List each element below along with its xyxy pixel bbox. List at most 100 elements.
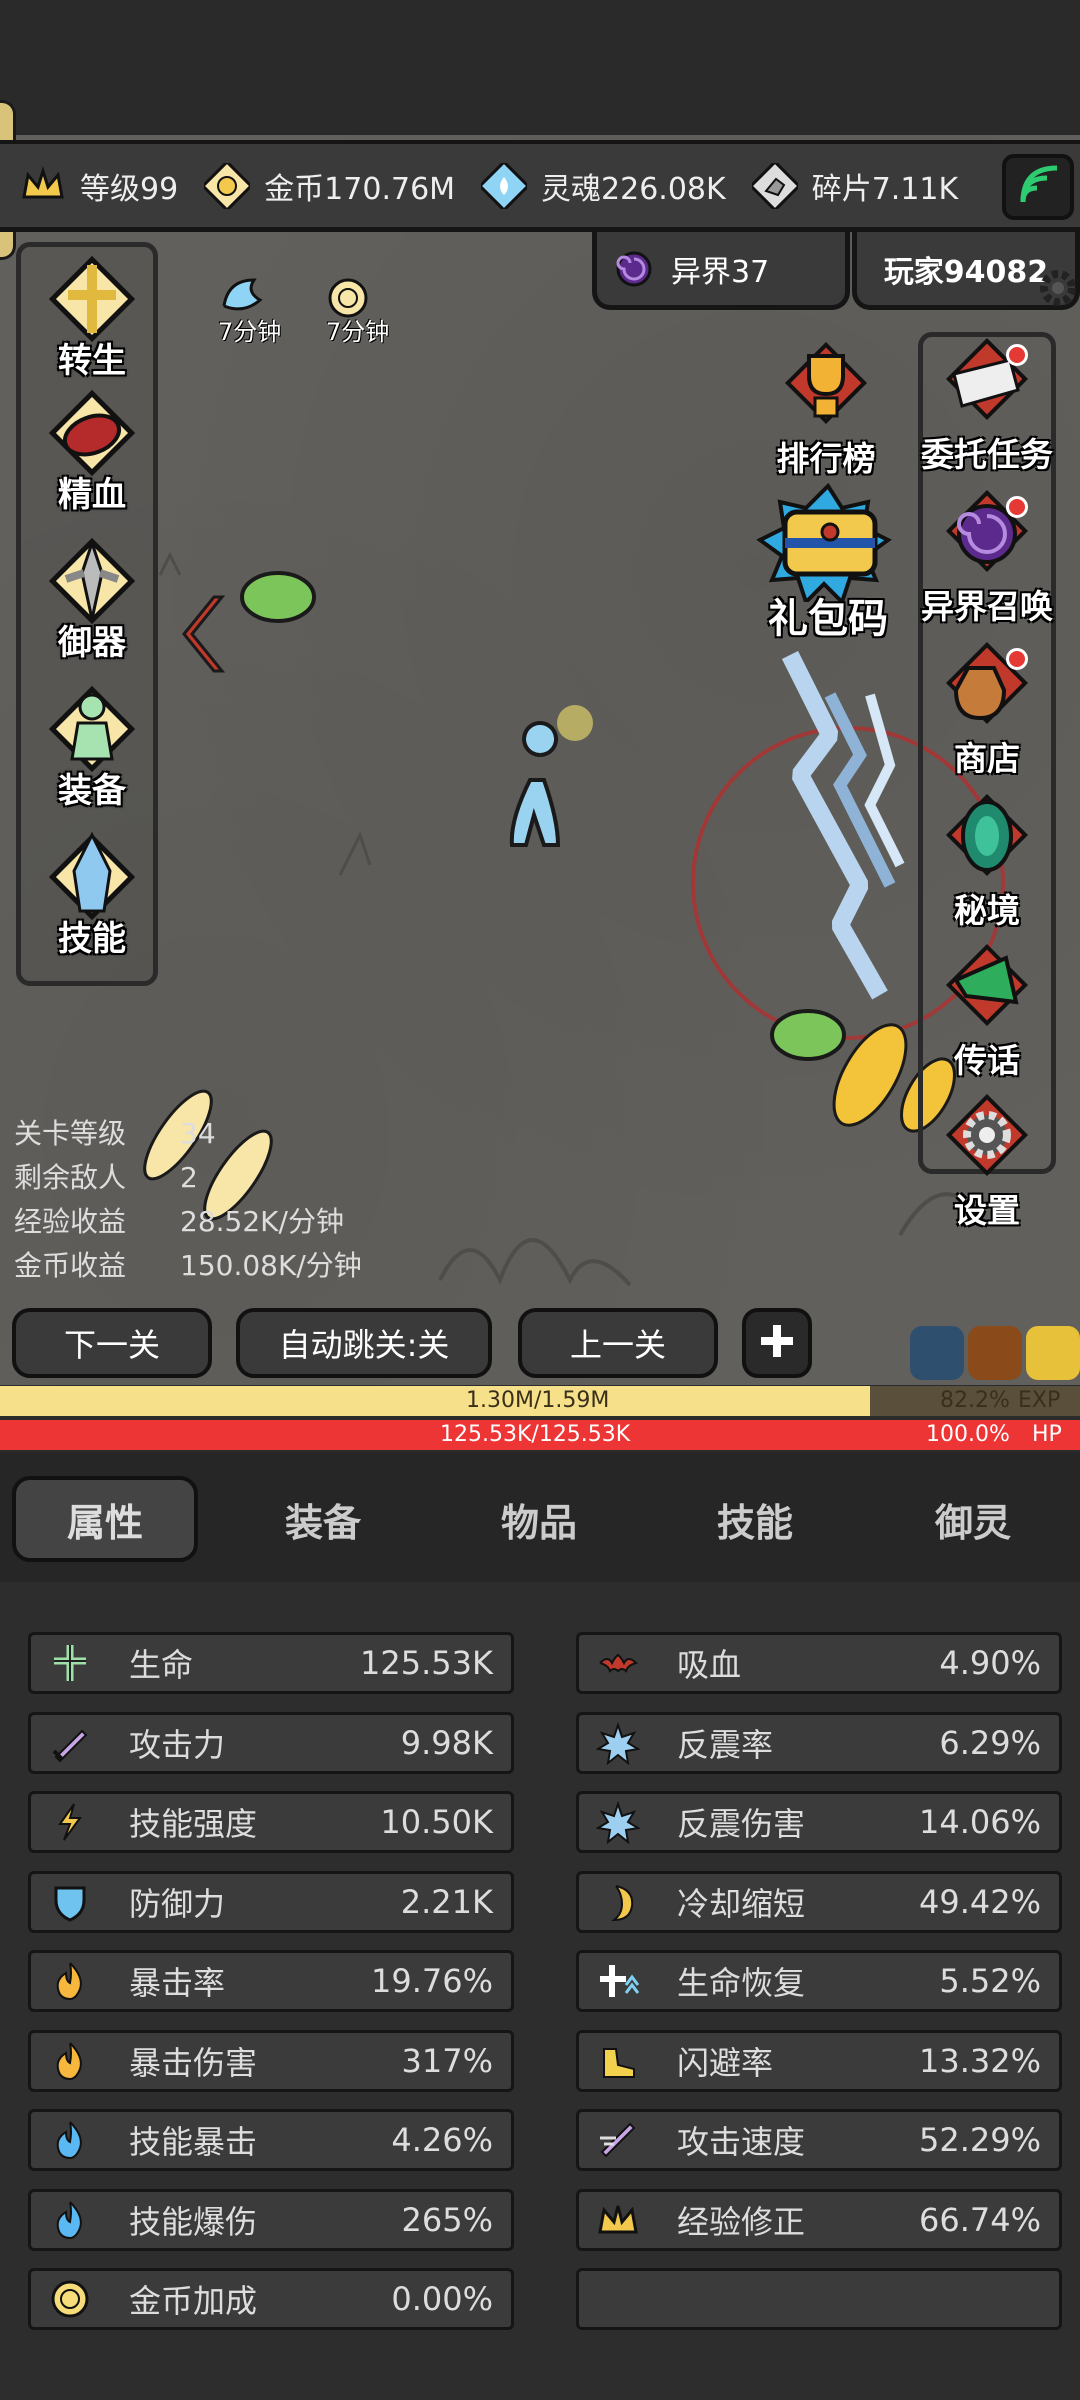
cooldown-icon	[587, 1874, 649, 1930]
tab-skills[interactable]: 技能	[662, 1476, 848, 1562]
feather-skill-icon[interactable]	[1026, 1326, 1080, 1380]
level-resource: 等级99	[18, 161, 178, 211]
crown-icon	[587, 2192, 649, 2248]
stat-value: 19.76%	[370, 1962, 493, 2000]
stat-row: 反震率 6.29%	[576, 1711, 1062, 1774]
stat-value: 52.29%	[918, 2121, 1041, 2159]
stage-level-row: 关卡等级 34	[14, 1112, 362, 1156]
stat-row: 生命 125.53K	[28, 1632, 514, 1694]
level-text: 等级99	[80, 171, 179, 207]
shield-icon	[39, 1874, 101, 1930]
hp-text: 125.53K/125.53K	[440, 1422, 631, 1447]
soul-resource: 灵魂226.08K	[479, 161, 726, 211]
exp-income-value: 28.52K/分钟	[180, 1205, 344, 1238]
exp-label: EXP	[1018, 1388, 1061, 1413]
coin-drop-icon	[326, 276, 376, 324]
shop-button[interactable]: 商店	[916, 638, 1058, 780]
left-menu: 转生 精血 御器 装备 技能	[16, 242, 158, 986]
remaining-enemies-value: 2	[180, 1161, 198, 1194]
stage-level-label: 关卡等级	[14, 1117, 127, 1150]
tasks-label: 委托任务	[921, 435, 1053, 474]
stat-name: 冷却缩短	[677, 1884, 806, 1923]
realm-tab[interactable]: 异界37	[592, 232, 850, 310]
stat-value: 66.74%	[918, 2200, 1041, 2239]
stat-row: 生命恢复 5.52%	[576, 1950, 1062, 2012]
stat-row: 经验修正 66.74%	[576, 2188, 1062, 2251]
tasks-button[interactable]: 委托任务	[916, 334, 1058, 476]
fire-skill-icon[interactable]	[968, 1326, 1022, 1380]
message-label: 传话	[954, 1041, 1020, 1080]
giftcode-button[interactable]: 礼包码	[738, 482, 918, 644]
hp-label: HP	[1032, 1422, 1062, 1447]
settings-label: 设置	[954, 1191, 1020, 1230]
next-stage-button[interactable]: 下一关	[12, 1308, 212, 1378]
blue-flame-icon	[39, 2112, 101, 2168]
menu-equipment[interactable]: 装备	[21, 681, 163, 812]
bat-icon	[587, 1635, 649, 1691]
stat-row: 技能爆伤 265%	[28, 2188, 514, 2251]
stat-row: 暴击率 19.76%	[28, 1950, 514, 2012]
tab-spirits[interactable]: 御灵	[880, 1476, 1066, 1562]
menu-essence[interactable]: 精血	[21, 385, 163, 516]
empty-stat-slot	[576, 2268, 1062, 2330]
stat-name: 暴击率	[129, 1964, 226, 2002]
stat-value: 125.53K	[360, 1644, 493, 1682]
prev-stage-button[interactable]: 上一关	[518, 1308, 718, 1378]
plus-icon	[755, 1319, 799, 1367]
flame-icon	[39, 2033, 101, 2089]
gear-icon[interactable]	[1036, 266, 1080, 314]
stat-row: 攻击力 9.98K	[28, 1711, 514, 1774]
active-skills	[910, 1326, 1080, 1380]
coin-icon	[39, 2271, 101, 2327]
auto-skip-button[interactable]: 自动跳关:关	[236, 1308, 492, 1378]
shop-label: 商店	[954, 739, 1020, 778]
stat-name: 经验修正	[677, 2202, 806, 2241]
blue-flame-icon	[39, 2192, 101, 2248]
menu-rebirth[interactable]: 转生	[21, 251, 163, 382]
stat-name: 攻击速度	[677, 2123, 806, 2161]
hp-bar: 125.53K/125.53K 100.0% HP	[0, 1420, 1080, 1450]
settings-button[interactable]: 设置	[916, 1090, 1058, 1232]
megaphone-icon	[932, 940, 1042, 1044]
exp-text: 1.30M/1.59M	[466, 1388, 610, 1413]
menu-skills[interactable]: 技能	[21, 829, 163, 960]
exp-percent: 82.2%	[940, 1388, 1010, 1413]
stat-value: 6.29%	[939, 1723, 1041, 1762]
gold-income-label: 金币收益	[14, 1249, 127, 1282]
menu-label: 御器	[58, 623, 126, 663]
stage-level-value: 34	[180, 1117, 216, 1150]
menu-label: 装备	[58, 771, 126, 811]
exp-income-row: 经验收益 28.52K/分钟	[14, 1200, 362, 1244]
gear-icon	[932, 1090, 1042, 1194]
tab-attributes[interactable]: 属性	[12, 1476, 198, 1562]
menu-artifact[interactable]: 御器	[21, 533, 163, 664]
stat-value: 13.32%	[918, 2041, 1041, 2080]
summon-button[interactable]: 异界召唤	[916, 486, 1058, 628]
stat-row: 防御力 2.21K	[28, 1870, 514, 1933]
menu-label: 精血	[58, 475, 126, 515]
stat-name: 防御力	[129, 1884, 226, 1923]
secret-realm-button[interactable]: 秘境	[916, 790, 1058, 932]
gold-income-row: 金币收益 150.08K/分钟	[14, 1244, 362, 1288]
lightning-skill-icon[interactable]	[910, 1326, 964, 1380]
ranking-label: 排行榜	[776, 439, 876, 478]
stat-row: 冷却缩短 49.42%	[576, 1870, 1062, 1933]
secret-label: 秘境	[954, 891, 1020, 930]
stat-row: 金币加成 0.00%	[28, 2268, 514, 2330]
life-icon	[39, 1635, 101, 1691]
ranking-button[interactable]: 排行榜	[758, 338, 894, 480]
player-text: 玩家94082	[883, 254, 1049, 290]
stat-value: 10.50K	[380, 1803, 493, 1841]
network-button[interactable]	[1002, 154, 1074, 220]
stat-value: 14.06%	[918, 1803, 1041, 1841]
stat-name: 反震伤害	[677, 1805, 806, 1843]
message-button[interactable]: 传话	[916, 940, 1058, 1082]
stat-value: 2.21K	[400, 1882, 493, 1921]
tab-equipment[interactable]: 装备	[230, 1476, 416, 1562]
spike-icon	[587, 1715, 649, 1771]
add-button[interactable]	[742, 1308, 812, 1378]
stat-row: 技能暴击 4.26%	[28, 2109, 514, 2171]
tab-items[interactable]: 物品	[446, 1476, 632, 1562]
soul-text: 灵魂226.08K	[541, 171, 726, 207]
stat-name: 金币加成	[129, 2282, 258, 2320]
